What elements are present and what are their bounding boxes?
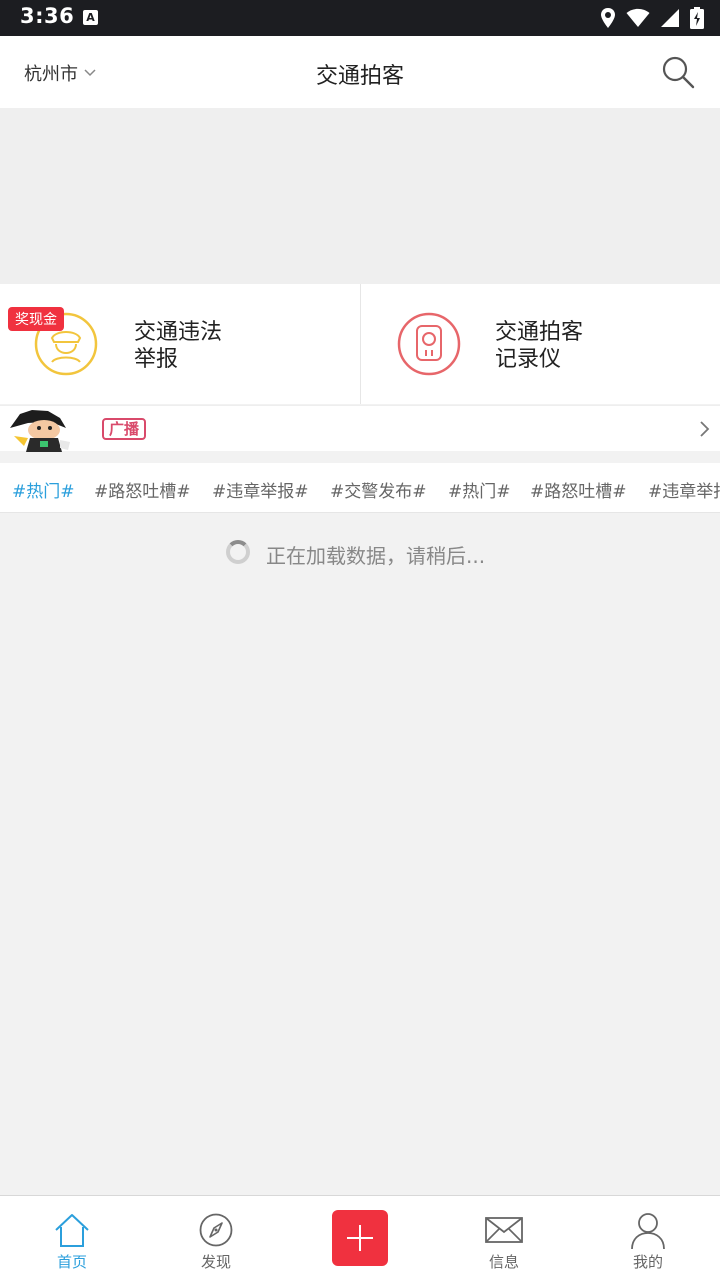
feature-label-line2: 记录仪 xyxy=(495,347,562,372)
mascot-icon xyxy=(10,410,70,452)
feature-label-line1: 交通违法 xyxy=(134,320,223,345)
add-post-button[interactable] xyxy=(332,1210,388,1266)
loading-text: 正在加载数据，请稍后... xyxy=(266,544,486,568)
feature-label: 交通违法 举报 xyxy=(134,319,222,373)
feature-violation-report[interactable]: 奖现金 交通违法 举报 xyxy=(0,284,360,404)
tab-violation-report-2[interactable]: #违章举报# xyxy=(648,477,720,502)
page-title: 交通拍客 xyxy=(315,64,404,89)
tab-hot-2[interactable]: #热门# xyxy=(448,477,511,502)
spinner-icon xyxy=(226,540,250,564)
location-icon xyxy=(601,8,615,28)
cash-reward-badge: 奖现金 xyxy=(8,307,64,331)
tab-road-rage[interactable]: #路怒吐槽# xyxy=(94,477,191,502)
nav-home[interactable]: 首页 xyxy=(0,1196,144,1280)
status-time: 3:36 xyxy=(20,4,75,28)
battery-icon xyxy=(690,7,704,29)
mail-icon xyxy=(485,1217,523,1243)
wifi-icon xyxy=(626,8,650,27)
loading-indicator: 正在加载数据，请稍后... xyxy=(0,536,720,570)
status-icons xyxy=(600,6,704,30)
nav-messages-label: 信息 xyxy=(488,1253,519,1271)
search-icon[interactable] xyxy=(660,54,696,90)
compass-icon xyxy=(199,1213,233,1247)
tab-violation-report[interactable]: #违章举报# xyxy=(212,477,309,502)
feature-label: 交通拍客 记录仪 xyxy=(495,319,583,373)
app-header: 杭州市 交通拍客 xyxy=(0,36,720,108)
nav-home-label: 首页 xyxy=(56,1253,87,1271)
recorder-icon xyxy=(397,312,461,376)
nav-mine-label: 我的 xyxy=(632,1253,663,1271)
nav-discover[interactable]: 发现 xyxy=(144,1196,288,1280)
chevron-right-icon xyxy=(700,421,710,437)
bottom-nav: 首页 发现 信息 我的 xyxy=(0,1195,720,1280)
hashtag-tabs: #热门# #路怒吐槽# #违章举报# #交警发布# #热门# #路怒吐槽# #违… xyxy=(0,463,720,513)
signal-icon xyxy=(661,9,679,27)
tab-police-release[interactable]: #交警发布# xyxy=(330,477,427,502)
user-icon xyxy=(631,1213,665,1250)
home-icon xyxy=(55,1214,89,1247)
tab-road-rage-2[interactable]: #路怒吐槽# xyxy=(530,477,627,502)
status-bar: 3:36 A xyxy=(0,0,720,36)
feature-cards: 奖现金 交通违法 举报 交通拍客 记录仪 xyxy=(0,284,720,404)
nav-mine[interactable]: 我的 xyxy=(576,1196,720,1280)
nav-discover-label: 发现 xyxy=(200,1253,231,1271)
nav-messages[interactable]: 信息 xyxy=(432,1196,576,1280)
broadcast-tag: 广播 xyxy=(102,418,147,440)
notification-a-icon: A xyxy=(83,10,98,25)
tab-hot[interactable]: #热门# xyxy=(12,477,75,502)
banner-area[interactable] xyxy=(0,108,720,284)
feature-dashcam[interactable]: 交通拍客 记录仪 xyxy=(360,284,720,404)
broadcast-bar[interactable]: 广播 xyxy=(0,405,720,452)
feature-label-line1: 交通拍客 xyxy=(495,320,584,345)
feature-label-line2: 举报 xyxy=(134,347,179,372)
